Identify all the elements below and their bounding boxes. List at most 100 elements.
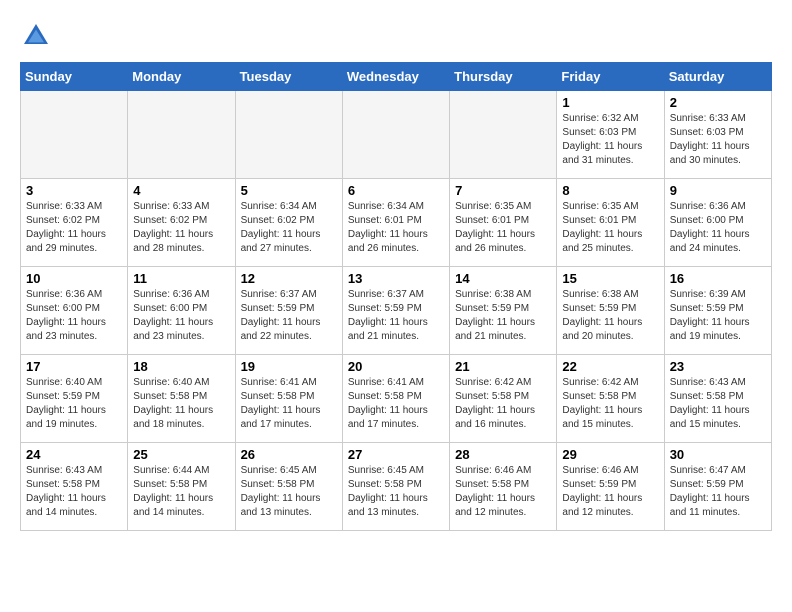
day-info: Sunrise: 6:36 AMSunset: 6:00 PMDaylight:… [26, 288, 122, 344]
calendar-day-cell: 2 Sunrise: 6:33 AMSunset: 6:03 PMDaylight… [664, 91, 771, 179]
day-info: Sunrise: 6:35 AMSunset: 6:01 PMDaylight:… [455, 200, 551, 256]
day-number: 22 [562, 359, 658, 374]
day-info: Sunrise: 6:36 AMSunset: 6:00 PMDaylight:… [670, 200, 766, 256]
column-header-sunday: Sunday [21, 63, 128, 91]
day-info: Sunrise: 6:42 AMSunset: 5:58 PMDaylight:… [562, 376, 658, 432]
day-info: Sunrise: 6:41 AMSunset: 5:58 PMDaylight:… [241, 376, 337, 432]
calendar-day-cell: 8Sunrise: 6:35 AMSunset: 6:01 PMDaylight… [557, 179, 664, 267]
day-number: 11 [133, 271, 229, 286]
calendar-day-cell [342, 91, 449, 179]
calendar-day-cell: 18 Sunrise: 6:40 AMSunset: 5:58 PMDayligh… [128, 355, 235, 443]
day-number: 3 [26, 183, 122, 198]
calendar-day-cell: 30Sunrise: 6:47 AMSunset: 5:59 PMDayligh… [664, 443, 771, 531]
calendar-week-row: 24 Sunrise: 6:43 AMSunset: 5:58 PMDayligh… [21, 443, 772, 531]
logo [20, 20, 56, 52]
day-info: Sunrise: 6:33 AMSunset: 6:03 PMDaylight:… [670, 112, 766, 168]
day-number: 12 [241, 271, 337, 286]
day-number: 16 [670, 271, 766, 286]
day-info: Sunrise: 6:34 AMSunset: 6:01 PMDaylight:… [348, 200, 444, 256]
calendar-day-cell: 21Sunrise: 6:42 AMSunset: 5:58 PMDayligh… [450, 355, 557, 443]
day-number: 9 [670, 183, 766, 198]
day-info: Sunrise: 6:36 AMSunset: 6:00 PMDaylight:… [133, 288, 229, 344]
day-number: 20 [348, 359, 444, 374]
calendar-day-cell: 25Sunrise: 6:44 AMSunset: 5:58 PMDayligh… [128, 443, 235, 531]
calendar-week-row: 17 Sunrise: 6:40 AMSunset: 5:59 PMDayligh… [21, 355, 772, 443]
day-number: 23 [670, 359, 766, 374]
calendar-day-cell: 17 Sunrise: 6:40 AMSunset: 5:59 PMDayligh… [21, 355, 128, 443]
calendar-day-cell: 11 Sunrise: 6:36 AMSunset: 6:00 PMDayligh… [128, 267, 235, 355]
calendar-day-cell: 10 Sunrise: 6:36 AMSunset: 6:00 PMDayligh… [21, 267, 128, 355]
day-number: 5 [241, 183, 337, 198]
day-info: Sunrise: 6:46 AMSunset: 5:58 PMDaylight:… [455, 464, 551, 520]
column-header-friday: Friday [557, 63, 664, 91]
day-info: Sunrise: 6:37 AMSunset: 5:59 PMDaylight:… [348, 288, 444, 344]
page-header [20, 20, 772, 52]
calendar-week-row: 3 Sunrise: 6:33 AMSunset: 6:02 PMDaylight… [21, 179, 772, 267]
day-number: 24 [26, 447, 122, 462]
calendar-table: SundayMondayTuesdayWednesdayThursdayFrid… [20, 62, 772, 531]
day-number: 7 [455, 183, 551, 198]
calendar-day-cell [235, 91, 342, 179]
day-info: Sunrise: 6:38 AMSunset: 5:59 PMDaylight:… [455, 288, 551, 344]
day-info: Sunrise: 6:37 AMSunset: 5:59 PMDaylight:… [241, 288, 337, 344]
day-number: 6 [348, 183, 444, 198]
day-info: Sunrise: 6:41 AMSunset: 5:58 PMDaylight:… [348, 376, 444, 432]
day-number: 26 [241, 447, 337, 462]
day-info: Sunrise: 6:32 AMSunset: 6:03 PMDaylight:… [562, 112, 658, 168]
calendar-day-cell: 7 Sunrise: 6:35 AMSunset: 6:01 PMDaylight… [450, 179, 557, 267]
day-number: 19 [241, 359, 337, 374]
calendar-day-cell: 23 Sunrise: 6:43 AMSunset: 5:58 PMDayligh… [664, 355, 771, 443]
day-number: 17 [26, 359, 122, 374]
calendar-day-cell [21, 91, 128, 179]
calendar-day-cell: 24 Sunrise: 6:43 AMSunset: 5:58 PMDayligh… [21, 443, 128, 531]
calendar-day-cell: 14 Sunrise: 6:38 AMSunset: 5:59 PMDayligh… [450, 267, 557, 355]
day-info: Sunrise: 6:43 AMSunset: 5:58 PMDaylight:… [26, 464, 122, 520]
calendar-day-cell: 19 Sunrise: 6:41 AMSunset: 5:58 PMDayligh… [235, 355, 342, 443]
day-number: 14 [455, 271, 551, 286]
calendar-day-cell: 22 Sunrise: 6:42 AMSunset: 5:58 PMDayligh… [557, 355, 664, 443]
day-info: Sunrise: 6:33 AMSunset: 6:02 PMDaylight:… [26, 200, 122, 256]
day-number: 27 [348, 447, 444, 462]
day-info: Sunrise: 6:39 AMSunset: 5:59 PMDaylight:… [670, 288, 766, 344]
calendar-day-cell: 5 Sunrise: 6:34 AMSunset: 6:02 PMDaylight… [235, 179, 342, 267]
logo-icon [20, 20, 52, 52]
day-number: 2 [670, 95, 766, 110]
day-number: 18 [133, 359, 229, 374]
calendar-day-cell [450, 91, 557, 179]
calendar-day-cell: 12 Sunrise: 6:37 AMSunset: 5:59 PMDayligh… [235, 267, 342, 355]
column-header-saturday: Saturday [664, 63, 771, 91]
day-number: 8 [562, 183, 658, 198]
calendar-day-cell: 16 Sunrise: 6:39 AMSunset: 5:59 PMDayligh… [664, 267, 771, 355]
day-info: Sunrise: 6:45 AMSunset: 5:58 PMDaylight:… [241, 464, 337, 520]
calendar-day-cell: 6 Sunrise: 6:34 AMSunset: 6:01 PMDaylight… [342, 179, 449, 267]
column-header-thursday: Thursday [450, 63, 557, 91]
calendar-day-cell: 29Sunrise: 6:46 AMSunset: 5:59 PMDayligh… [557, 443, 664, 531]
day-info: Sunrise: 6:46 AMSunset: 5:59 PMDaylight:… [562, 464, 658, 520]
day-info: Sunrise: 6:45 AMSunset: 5:58 PMDaylight:… [348, 464, 444, 520]
calendar-week-row: 10 Sunrise: 6:36 AMSunset: 6:00 PMDayligh… [21, 267, 772, 355]
day-number: 13 [348, 271, 444, 286]
day-info: Sunrise: 6:40 AMSunset: 5:59 PMDaylight:… [26, 376, 122, 432]
day-info: Sunrise: 6:42 AMSunset: 5:58 PMDaylight:… [455, 376, 551, 432]
day-info: Sunrise: 6:47 AMSunset: 5:59 PMDaylight:… [670, 464, 766, 520]
calendar-day-cell [128, 91, 235, 179]
day-number: 28 [455, 447, 551, 462]
column-header-monday: Monday [128, 63, 235, 91]
calendar-header-row: SundayMondayTuesdayWednesdayThursdayFrid… [21, 63, 772, 91]
calendar-day-cell: 26 Sunrise: 6:45 AMSunset: 5:58 PMDayligh… [235, 443, 342, 531]
calendar-week-row: 1Sunrise: 6:32 AMSunset: 6:03 PMDaylight… [21, 91, 772, 179]
calendar-day-cell: 1Sunrise: 6:32 AMSunset: 6:03 PMDaylight… [557, 91, 664, 179]
calendar-day-cell: 20 Sunrise: 6:41 AMSunset: 5:58 PMDayligh… [342, 355, 449, 443]
column-header-tuesday: Tuesday [235, 63, 342, 91]
day-info: Sunrise: 6:33 AMSunset: 6:02 PMDaylight:… [133, 200, 229, 256]
calendar-day-cell: 28 Sunrise: 6:46 AMSunset: 5:58 PMDayligh… [450, 443, 557, 531]
day-number: 10 [26, 271, 122, 286]
calendar-day-cell: 3 Sunrise: 6:33 AMSunset: 6:02 PMDaylight… [21, 179, 128, 267]
day-info: Sunrise: 6:40 AMSunset: 5:58 PMDaylight:… [133, 376, 229, 432]
calendar-day-cell: 9 Sunrise: 6:36 AMSunset: 6:00 PMDaylight… [664, 179, 771, 267]
day-number: 4 [133, 183, 229, 198]
day-info: Sunrise: 6:44 AMSunset: 5:58 PMDaylight:… [133, 464, 229, 520]
calendar-day-cell: 15Sunrise: 6:38 AMSunset: 5:59 PMDayligh… [557, 267, 664, 355]
day-info: Sunrise: 6:34 AMSunset: 6:02 PMDaylight:… [241, 200, 337, 256]
day-info: Sunrise: 6:43 AMSunset: 5:58 PMDaylight:… [670, 376, 766, 432]
